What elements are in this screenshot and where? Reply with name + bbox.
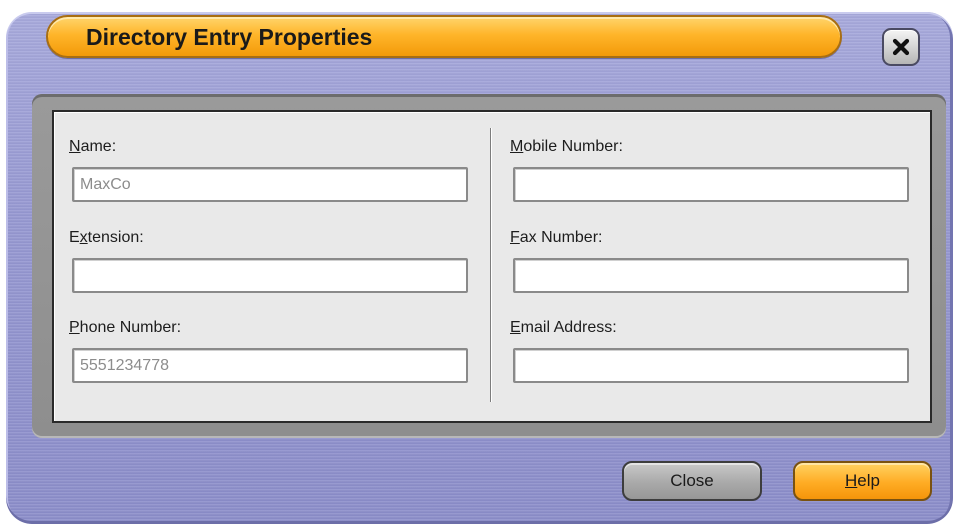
close-button[interactable]: Close bbox=[622, 461, 762, 501]
mobile-number-label: Mobile Number: bbox=[510, 138, 623, 155]
phone-number-label: Phone Number: bbox=[69, 319, 182, 336]
column-divider bbox=[490, 128, 492, 402]
extension-label: Extension: bbox=[69, 229, 144, 246]
help-button-label: Help bbox=[845, 471, 880, 490]
fax-number-label: Fax Number: bbox=[510, 229, 603, 246]
mobile-number-field[interactable] bbox=[513, 167, 909, 202]
email-address-field[interactable] bbox=[513, 348, 909, 383]
close-window-button[interactable] bbox=[882, 28, 920, 66]
phone-number-field[interactable] bbox=[72, 348, 468, 383]
fax-number-field[interactable] bbox=[513, 258, 909, 293]
extension-field[interactable] bbox=[72, 258, 468, 293]
name-field[interactable] bbox=[72, 167, 468, 202]
name-label: Name: bbox=[69, 138, 117, 155]
help-button[interactable]: Help bbox=[793, 461, 932, 501]
close-icon bbox=[892, 38, 910, 56]
close-button-label: Close bbox=[670, 471, 714, 490]
title-bar[interactable]: Directory Entry Properties bbox=[46, 15, 842, 58]
dialog-title: Directory Entry Properties bbox=[86, 24, 373, 50]
email-address-label: Email Address: bbox=[510, 319, 617, 336]
